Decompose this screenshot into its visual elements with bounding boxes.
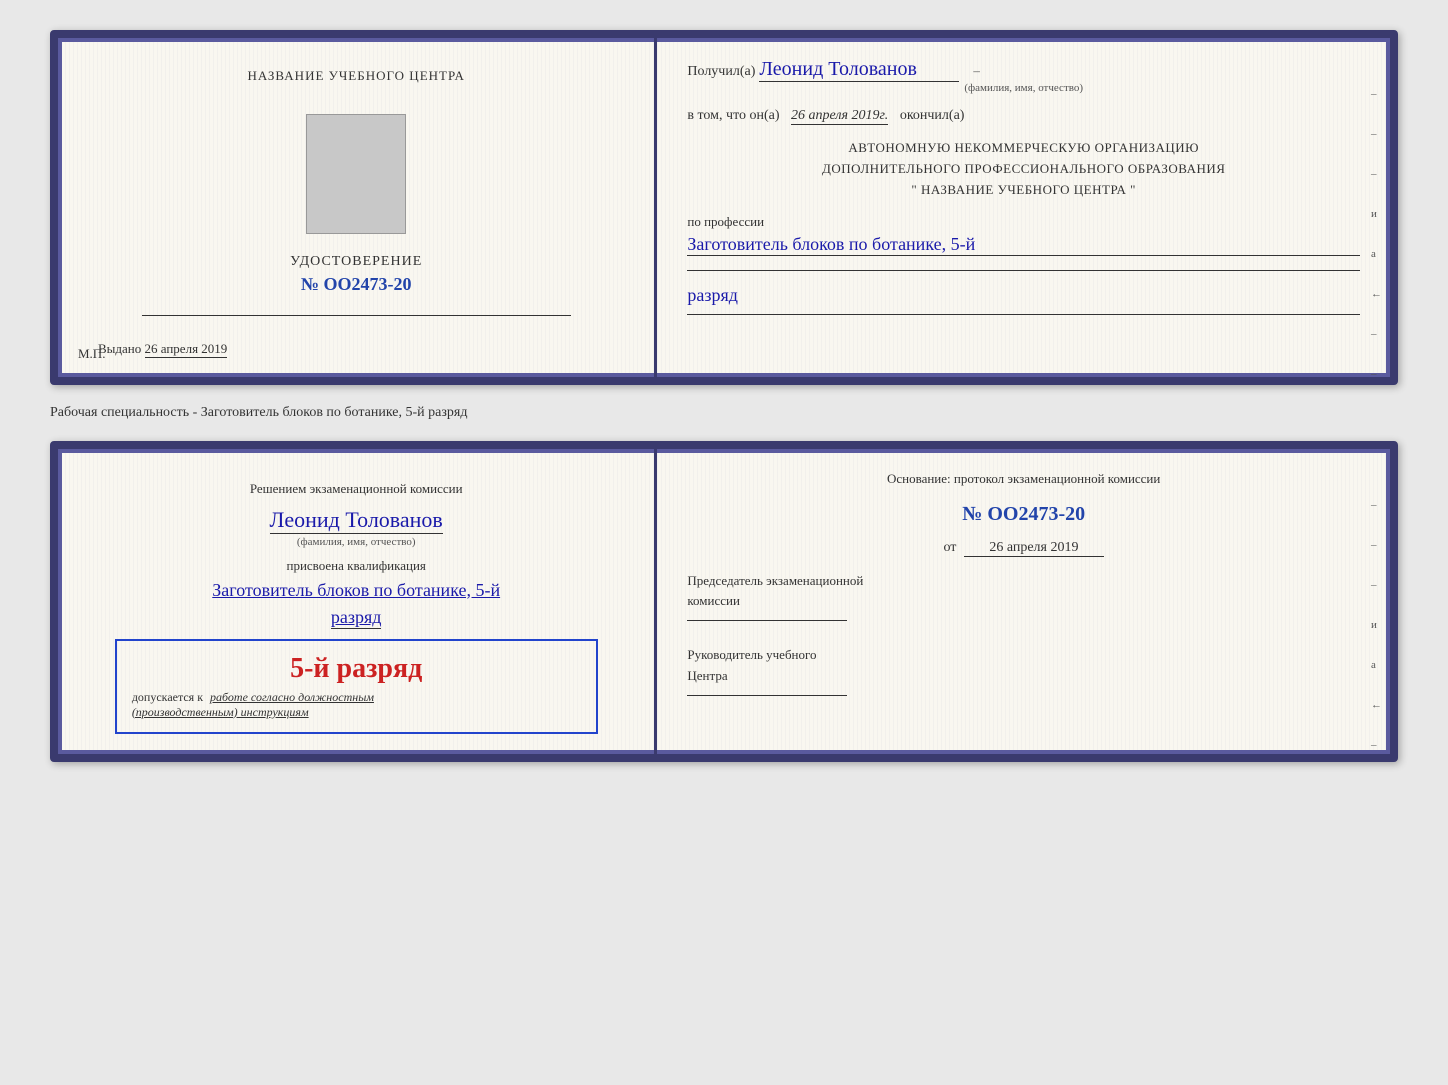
protocol-date-value: 26 апреля 2019	[964, 540, 1104, 557]
date-value: 26 апреля 2019г.	[791, 108, 888, 125]
received-prefix: Получил(а)	[687, 64, 755, 79]
dash-1: –	[973, 63, 980, 78]
chair-label: Председатель экзаменационной	[687, 571, 1360, 592]
fio-subtitle-2: (фамилия, имя, отчество)	[297, 536, 416, 548]
stamp-box: 5-й разряд допускается к работе согласно…	[115, 639, 598, 734]
page-wrapper: НАЗВАНИЕ УЧЕБНОГО ЦЕНТРА УДОСТОВЕРЕНИЕ №…	[20, 20, 1428, 772]
document-card-2: Решением экзаменационной комиссии Леонид…	[50, 441, 1398, 762]
rank-value: разряд	[687, 285, 1360, 306]
document-card-1: НАЗВАНИЕ УЧЕБНОГО ЦЕНТРА УДОСТОВЕРЕНИЕ №…	[50, 30, 1398, 385]
head-sign-line	[687, 695, 847, 696]
stamp-allowed: допускается к работе согласно должностны…	[132, 690, 581, 720]
cert-label: УДОСТОВЕРЕНИЕ	[290, 254, 422, 270]
instructions: (производственным) инструкциям	[132, 705, 309, 719]
org-line2: ДОПОЛНИТЕЛЬНОГО ПРОФЕССИОНАЛЬНОГО ОБРАЗО…	[687, 159, 1360, 180]
chair-sign-line	[687, 620, 847, 621]
head-label2: Центра	[687, 666, 1360, 687]
specialty-label: Рабочая специальность - Заготовитель бло…	[50, 403, 1398, 423]
rank-value-2: разряд	[331, 607, 382, 629]
profession-label: по профессии	[687, 214, 764, 229]
profession-value: Заготовитель блоков по ботанике, 5-й	[687, 234, 1360, 256]
profession-block: по профессии Заготовитель блоков по бота…	[687, 214, 1360, 256]
org-line3: " НАЗВАНИЕ УЧЕБНОГО ЦЕНТРА "	[687, 180, 1360, 201]
person-name: Леонид Толованов	[270, 507, 443, 534]
doc1-left-panel: НАЗВАНИЕ УЧЕБНОГО ЦЕНТРА УДОСТОВЕРЕНИЕ №…	[58, 38, 657, 377]
allowed-prefix: допускается к	[132, 690, 203, 704]
basis-label: Основание: протокол экзаменационной коми…	[687, 469, 1360, 489]
date-line: в том, что он(а) 26 апреля 2019г. окончи…	[687, 108, 1360, 124]
head-label: Руководитель учебного	[687, 645, 1360, 666]
protocol-number: № OO2473-20	[687, 503, 1360, 526]
received-name: Леонид Толованов	[759, 58, 959, 82]
org-block: АВТОНОМНУЮ НЕКОММЕРЧЕСКУЮ ОРГАНИЗАЦИЮ ДО…	[687, 138, 1360, 200]
issued-line: Выдано 26 апреля 2019	[88, 341, 624, 357]
chair-block: Председатель экзаменационной комиссии	[687, 571, 1360, 622]
mp-mark: М.П.	[78, 346, 105, 362]
fio-subtitle-1: (фамилия, имя, отчество)	[687, 82, 1360, 94]
date-prefix: в том, что он(а)	[687, 108, 779, 123]
doc2-left-panel: Решением экзаменационной комиссии Леонид…	[58, 449, 657, 754]
issued-date: 26 апреля 2019	[145, 341, 228, 358]
decision-text: Решением экзаменационной комиссии	[250, 479, 463, 499]
chair-label2: комиссии	[687, 591, 1360, 612]
stamp-rank: 5-й разряд	[132, 653, 581, 685]
received-block: Получил(а) Леонид Толованов – (фамилия, …	[687, 58, 1360, 94]
divider-2	[687, 314, 1360, 315]
allowed-value: работе согласно должностным	[210, 690, 374, 704]
doc1-right-panel: Получил(а) Леонид Толованов – (фамилия, …	[657, 38, 1390, 377]
photo-placeholder	[306, 114, 406, 234]
side-marks-2: – – – и а ← – – –	[1371, 499, 1382, 762]
org-line1: АВТОНОМНУЮ НЕКОММЕРЧЕСКУЮ ОРГАНИЗАЦИЮ	[687, 138, 1360, 159]
head-block: Руководитель учебного Центра	[687, 645, 1360, 696]
assigned-label: присвоена квалификация	[286, 558, 425, 574]
divider-1	[687, 270, 1360, 271]
qualification-value: Заготовитель блоков по ботанике, 5-й	[212, 578, 500, 603]
date-suffix: окончил(а)	[900, 108, 965, 123]
date-from-prefix: от	[943, 540, 956, 555]
cert-number: № OO2473-20	[301, 274, 412, 295]
protocol-date: от 26 апреля 2019	[687, 540, 1360, 557]
side-marks: – – – и а ← – – –	[1371, 88, 1382, 385]
doc2-right-panel: Основание: протокол экзаменационной коми…	[657, 449, 1390, 754]
doc1-org-title: НАЗВАНИЕ УЧЕБНОГО ЦЕНТРА	[247, 68, 464, 84]
